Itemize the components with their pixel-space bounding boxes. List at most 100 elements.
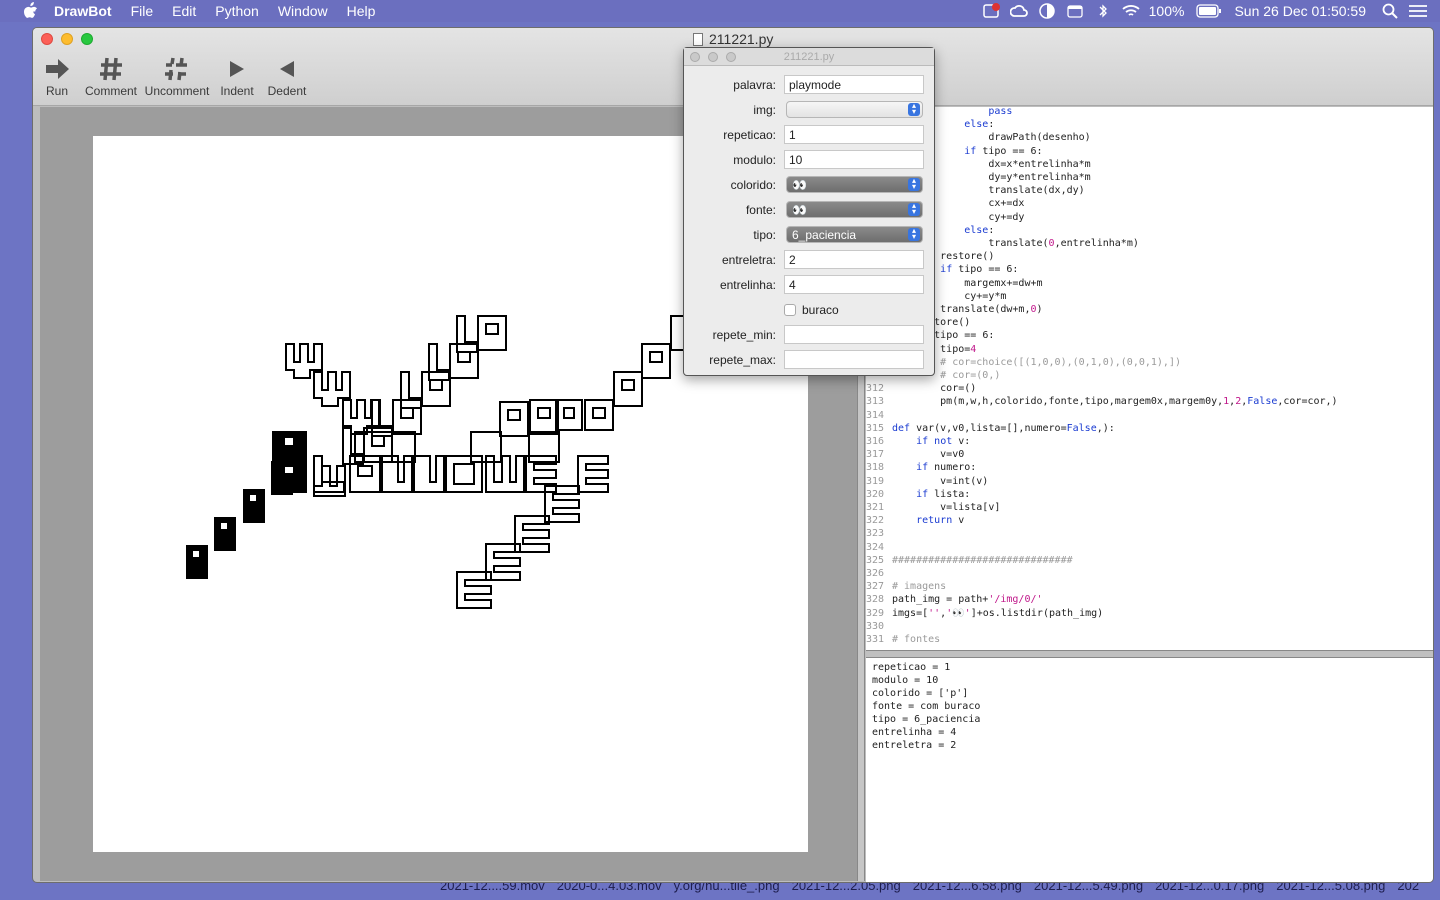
menu-edit[interactable]: Edit: [172, 3, 196, 19]
checkbox-box[interactable]: [784, 304, 796, 316]
control-center-icon[interactable]: [1408, 3, 1428, 19]
app-status-icon[interactable]: [981, 3, 1001, 19]
code-line[interactable]: 312 cor=(): [866, 382, 976, 395]
panel-zoom-button[interactable]: [726, 52, 736, 62]
code-line[interactable]: 318 if numero:: [866, 461, 976, 474]
code-line[interactable]: 321 v=lista[v]: [866, 501, 1000, 514]
indent-button[interactable]: Indent: [215, 54, 259, 98]
entrelinha-label: entrelinha:: [719, 278, 776, 292]
code-line[interactable]: 324: [866, 541, 892, 554]
code-text: # imagens: [892, 581, 947, 593]
clock[interactable]: Sun 26 Dec 01:50:59: [1234, 3, 1366, 19]
line-number: 313: [866, 396, 885, 408]
repete-min-input[interactable]: [784, 325, 924, 344]
tipo-select[interactable]: 6_paciencia ▴ ▾: [786, 226, 923, 243]
line-number: 312: [866, 383, 885, 395]
chevron-updown-icon: ▴ ▾: [908, 177, 920, 191]
run-button[interactable]: Run: [37, 54, 77, 98]
battery-icon[interactable]: [1196, 3, 1222, 19]
menu-app-name[interactable]: DrawBot: [54, 3, 112, 19]
entrelinha-row: entrelinha: 4: [684, 275, 934, 295]
code-line[interactable]: 323: [866, 527, 892, 540]
output-console[interactable]: repeticao = 1 modulo = 10 colorido = ['p…: [866, 658, 1433, 882]
uncomment-button[interactable]: Uncomment: [145, 54, 209, 98]
modulo-input[interactable]: 10: [784, 150, 924, 169]
code-line[interactable]: 328 path_img = path+'/img/0/': [866, 593, 1043, 606]
chevron-updown-icon: ▴ ▾: [908, 202, 920, 216]
entreletra-input[interactable]: 2: [784, 250, 924, 269]
code-line[interactable]: 326: [866, 567, 892, 580]
tipo-value: 6_paciencia: [792, 228, 857, 242]
code-line[interactable]: 315 def var(v,v0,lista=[],numero=False,):: [866, 422, 1115, 435]
uncomment-label: Uncomment: [144, 84, 210, 98]
dark-mode-icon[interactable]: [1037, 3, 1057, 19]
fonte-label: fonte:: [745, 203, 776, 217]
spotlight-search-icon[interactable]: [1380, 3, 1400, 19]
code-line[interactable]: 329 imgs=['','👀']+os.listdir(path_img): [866, 607, 1103, 620]
apple-icon[interactable]: [20, 1, 40, 21]
palavra-input[interactable]: playmode: [784, 75, 924, 94]
menu-window[interactable]: Window: [278, 3, 328, 19]
code-line[interactable]: 327 # imagens: [866, 580, 946, 593]
menu-file[interactable]: File: [131, 3, 154, 19]
colorido-select[interactable]: 👀 ▴ ▾: [786, 176, 923, 193]
code-line[interactable]: 330: [866, 620, 892, 633]
line-number: 328: [866, 594, 885, 606]
fonte-select[interactable]: 👀 ▴ ▾: [786, 201, 923, 218]
img-label: img:: [753, 103, 776, 117]
line-number: 318: [866, 462, 885, 474]
repete-max-row: repete_max:: [684, 350, 934, 370]
indent-label: Indent: [220, 84, 254, 98]
line-number: 326: [866, 568, 885, 579]
line-number: 330: [866, 620, 885, 632]
code-editor[interactable]: pass else: drawPath(desenho) if tipo == …: [866, 107, 1433, 650]
code-line[interactable]: 331 # fontes: [866, 633, 940, 646]
code-text: if numero:: [916, 462, 977, 474]
variables-panel: 211221.py palavra: playmode img: ▴ ▾ repe…: [683, 47, 935, 376]
wifi-icon[interactable]: [1121, 3, 1141, 19]
code-line[interactable]: 313 pm(m,w,h,colorido,fonte,tipo,margem0…: [866, 395, 1338, 408]
dedent-button[interactable]: Dedent: [265, 54, 309, 98]
repeticao-row: repeticao: 1: [684, 125, 934, 145]
tipo-row: tipo: 6_paciencia ▴ ▾: [684, 225, 934, 245]
buraco-label: buraco: [802, 303, 839, 317]
code-text: path_img = path+'/img/0/': [892, 594, 1043, 606]
buraco-checkbox[interactable]: buraco: [784, 303, 839, 317]
repete-min-row: repete_min:: [684, 325, 934, 345]
zoom-window-button[interactable]: [81, 33, 93, 45]
code-line[interactable]: 317 v=v0: [866, 448, 964, 461]
creative-cloud-icon[interactable]: [1009, 3, 1029, 19]
bluetooth-icon[interactable]: [1093, 3, 1113, 19]
minimize-window-button[interactable]: [61, 33, 73, 45]
fonte-row: fonte: 👀 ▴ ▾: [684, 200, 934, 220]
entrelinha-input[interactable]: 4: [784, 275, 924, 294]
calendar-icon[interactable]: [1065, 3, 1085, 19]
repeticao-input[interactable]: 1: [784, 125, 924, 144]
code-line[interactable]: 319 v=int(v): [866, 475, 988, 488]
code-line[interactable]: 316 if not v:: [866, 435, 970, 448]
colorido-label: colorido:: [730, 178, 776, 192]
window-title-text: 211221.py: [709, 31, 774, 47]
menu-help[interactable]: Help: [347, 3, 376, 19]
broken-hash-icon: [164, 54, 190, 84]
code-text: # cor=choice([(1,0,0),(0,1,0),(0,0,1),]): [892, 356, 1181, 368]
comment-label: Comment: [84, 84, 137, 98]
img-select[interactable]: ▴ ▾: [786, 101, 923, 118]
code-line[interactable]: 322 return v: [866, 514, 964, 527]
colorido-value: 👀: [792, 178, 807, 192]
code-line[interactable]: 314: [866, 409, 892, 422]
panel-titlebar[interactable]: 211221.py: [684, 48, 934, 66]
panel-minimize-button[interactable]: [708, 52, 718, 62]
code-line[interactable]: 325 ##############################: [866, 554, 1073, 567]
panel-close-button[interactable]: [690, 52, 700, 62]
comment-button[interactable]: Comment: [83, 54, 139, 98]
close-window-button[interactable]: [41, 33, 53, 45]
repeticao-label: repeticao:: [723, 128, 776, 142]
code-line[interactable]: 320 if lista:: [866, 488, 970, 501]
run-label: Run: [45, 84, 68, 98]
img-row: img: ▴ ▾: [684, 100, 934, 120]
repete-max-input[interactable]: [784, 350, 924, 369]
menu-python[interactable]: Python: [215, 3, 259, 19]
chevron-updown-icon: ▴ ▾: [908, 102, 920, 116]
horizontal-splitter[interactable]: [866, 650, 1433, 658]
